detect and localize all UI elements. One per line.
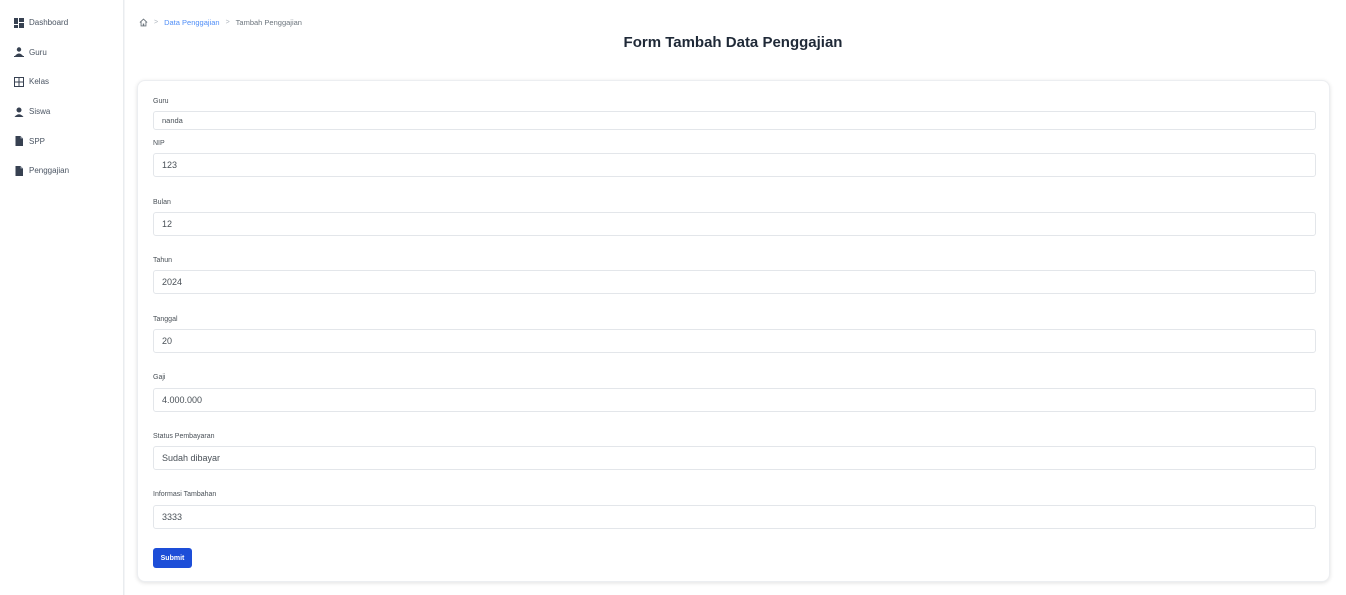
user-icon bbox=[14, 107, 24, 117]
table-icon bbox=[14, 76, 24, 87]
chevron-right-icon: > bbox=[225, 19, 230, 26]
guru-label: Guru bbox=[153, 98, 169, 105]
breadcrumb-current: Tambah Penggajian bbox=[235, 18, 302, 27]
status-pembayaran-label: Status Pembayaran bbox=[153, 433, 215, 440]
sidebar-item-label: SPP bbox=[29, 136, 46, 146]
tahun-label: Tahun bbox=[153, 257, 173, 264]
sidebar-item-label: Kelas bbox=[29, 77, 50, 87]
sidebar-item-label: Guru bbox=[29, 47, 47, 57]
sidebar: Dashboard Guru Kelas Siswa SPP Penggajia… bbox=[0, 0, 124, 595]
tanggal-label: Tanggal bbox=[153, 316, 178, 323]
sidebar-item-label: Dashboard bbox=[29, 18, 69, 28]
teacher-icon bbox=[14, 47, 24, 58]
nip-field[interactable]: 123 bbox=[153, 153, 1316, 177]
sidebar-item-guru[interactable]: Guru bbox=[0, 38, 123, 68]
informasi-tambahan-label: Informasi Tambahan bbox=[153, 491, 217, 498]
informasi-tambahan-field[interactable]: 3333 bbox=[153, 505, 1316, 529]
gaji-field[interactable]: 4.000.000 bbox=[153, 388, 1316, 412]
sidebar-item-penggajian[interactable]: Penggajian bbox=[0, 156, 123, 186]
sidebar-item-kelas[interactable]: Kelas bbox=[0, 67, 123, 97]
status-pembayaran-field[interactable]: Sudah dibayar bbox=[153, 446, 1316, 470]
bulan-field[interactable]: 12 bbox=[153, 212, 1316, 236]
breadcrumb: > Data Penggajian > Tambah Penggajian bbox=[139, 18, 302, 27]
file-icon bbox=[14, 136, 24, 147]
breadcrumb-link-data-penggajian[interactable]: Data Penggajian bbox=[164, 18, 219, 27]
gaji-label: Gaji bbox=[153, 374, 166, 381]
sidebar-item-dashboard[interactable]: Dashboard bbox=[0, 8, 123, 38]
page-title: Form Tambah Data Penggajian bbox=[623, 34, 843, 51]
sidebar-item-label: Siswa bbox=[29, 107, 51, 117]
tanggal-field[interactable]: 20 bbox=[153, 329, 1316, 353]
submit-button[interactable]: Submit bbox=[153, 548, 192, 568]
sidebar-item-label: Penggajian bbox=[29, 166, 70, 176]
bulan-label: Bulan bbox=[153, 199, 171, 206]
dashboard-icon bbox=[14, 17, 24, 28]
guru-select[interactable]: nanda bbox=[153, 111, 1316, 130]
sidebar-item-siswa[interactable]: Siswa bbox=[0, 97, 123, 127]
form-card: Guru nanda NIP 123 Bulan 12 Tahun 2024 T… bbox=[137, 80, 1330, 582]
sidebar-item-spp[interactable]: SPP bbox=[0, 126, 123, 156]
tahun-field[interactable]: 2024 bbox=[153, 270, 1316, 294]
chevron-right-icon: > bbox=[154, 19, 159, 26]
file-icon bbox=[14, 165, 24, 176]
nip-label: NIP bbox=[153, 140, 165, 147]
main-content: > Data Penggajian > Tambah Penggajian Fo… bbox=[125, 0, 1346, 595]
home-icon[interactable] bbox=[139, 18, 148, 27]
